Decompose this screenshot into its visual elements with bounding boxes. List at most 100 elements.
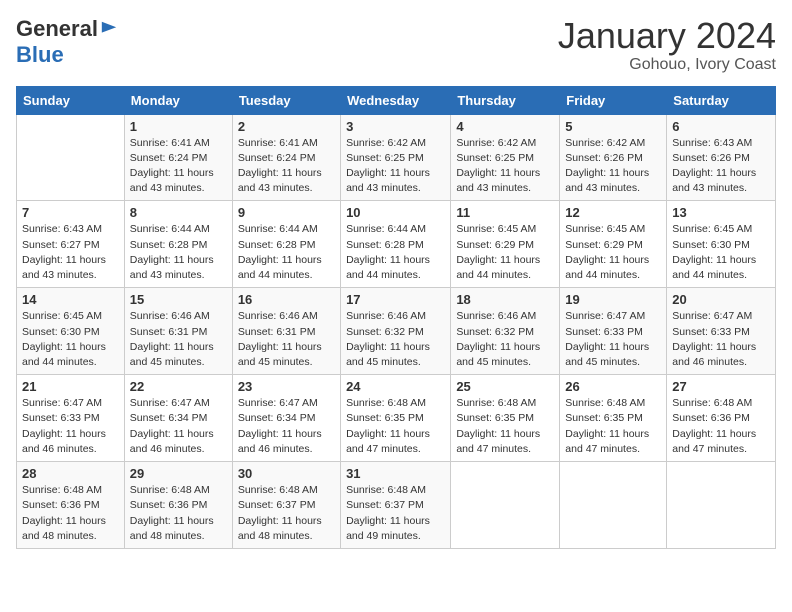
day-info: Sunrise: 6:45 AMSunset: 6:30 PMDaylight:… [672,222,770,283]
calendar-table: SundayMondayTuesdayWednesdayThursdayFrid… [16,86,776,549]
page-container: General Blue January 2024 Gohouo, Ivory … [0,0,792,565]
day-number: 1 [130,119,227,134]
day-number: 24 [346,379,445,394]
logo-blue: Blue [16,42,64,68]
week-row-4: 21Sunrise: 6:47 AMSunset: 6:33 PMDayligh… [17,375,776,462]
day-cell: 15 Sunrise: 6:46 AMSunset: 6:31 PMDayligh… [124,288,232,375]
day-number: 14 [22,292,119,307]
day-cell: 29 Sunrise: 6:48 AMSunset: 6:36 PMDayligh… [124,462,232,549]
header: General Blue January 2024 Gohouo, Ivory … [16,16,776,74]
day-cell: 1 Sunrise: 6:41 AMSunset: 6:24 PMDaylight… [124,114,232,201]
day-cell: 22 Sunrise: 6:47 AMSunset: 6:34 PMDayligh… [124,375,232,462]
day-info: Sunrise: 6:43 AMSunset: 6:27 PMDaylight:… [22,222,119,283]
month-year: January 2024 [558,16,776,56]
day-cell: 9 Sunrise: 6:44 AMSunset: 6:28 PMDaylight… [232,201,340,288]
day-cell: 17Sunrise: 6:46 AMSunset: 6:32 PMDayligh… [341,288,451,375]
day-info: Sunrise: 6:48 AMSunset: 6:37 PMDaylight:… [238,483,335,544]
day-info: Sunrise: 6:42 AMSunset: 6:26 PMDaylight:… [565,136,661,197]
day-number: 27 [672,379,770,394]
day-number: 12 [565,205,661,220]
day-cell: 14 Sunrise: 6:45 AMSunset: 6:30 PMDayligh… [17,288,125,375]
day-info: Sunrise: 6:47 AMSunset: 6:33 PMDaylight:… [22,396,119,457]
day-cell: 3 Sunrise: 6:42 AMSunset: 6:25 PMDaylight… [341,114,451,201]
day-info: Sunrise: 6:48 AMSunset: 6:36 PMDaylight:… [130,483,227,544]
day-number: 15 [130,292,227,307]
col-header-thursday: Thursday [451,86,560,114]
week-row-5: 28 Sunrise: 6:48 AMSunset: 6:36 PMDayligh… [17,462,776,549]
location: Gohouo, Ivory Coast [558,56,776,74]
day-number: 7 [22,205,119,220]
day-number: 20 [672,292,770,307]
day-info: Sunrise: 6:45 AMSunset: 6:30 PMDaylight:… [22,309,119,370]
day-number: 29 [130,466,227,481]
month-title: January 2024 Gohouo, Ivory Coast [558,16,776,74]
day-cell: 30 Sunrise: 6:48 AMSunset: 6:37 PMDayligh… [232,462,340,549]
day-number: 11 [456,205,554,220]
day-info: Sunrise: 6:43 AMSunset: 6:26 PMDaylight:… [672,136,770,197]
day-number: 10 [346,205,445,220]
logo-flag-icon [100,20,118,38]
day-info: Sunrise: 6:48 AMSunset: 6:36 PMDaylight:… [22,483,119,544]
day-info: Sunrise: 6:48 AMSunset: 6:36 PMDaylight:… [672,396,770,457]
day-info: Sunrise: 6:46 AMSunset: 6:31 PMDaylight:… [238,309,335,370]
day-info: Sunrise: 6:42 AMSunset: 6:25 PMDaylight:… [456,136,554,197]
day-cell: 20 Sunrise: 6:47 AMSunset: 6:33 PMDayligh… [667,288,776,375]
col-header-tuesday: Tuesday [232,86,340,114]
day-number: 8 [130,205,227,220]
day-number: 28 [22,466,119,481]
day-info: Sunrise: 6:44 AMSunset: 6:28 PMDaylight:… [346,222,445,283]
day-cell: 28 Sunrise: 6:48 AMSunset: 6:36 PMDayligh… [17,462,125,549]
day-number: 31 [346,466,445,481]
day-cell: 13 Sunrise: 6:45 AMSunset: 6:30 PMDayligh… [667,201,776,288]
day-cell: 4 Sunrise: 6:42 AMSunset: 6:25 PMDaylight… [451,114,560,201]
logo-general: General [16,16,98,42]
header-row: SundayMondayTuesdayWednesdayThursdayFrid… [17,86,776,114]
day-info: Sunrise: 6:46 AMSunset: 6:31 PMDaylight:… [130,309,227,370]
day-info: Sunrise: 6:47 AMSunset: 6:34 PMDaylight:… [130,396,227,457]
day-number: 22 [130,379,227,394]
day-info: Sunrise: 6:48 AMSunset: 6:35 PMDaylight:… [565,396,661,457]
day-info: Sunrise: 6:47 AMSunset: 6:33 PMDaylight:… [565,309,661,370]
day-cell: 16 Sunrise: 6:46 AMSunset: 6:31 PMDayligh… [232,288,340,375]
day-cell: 21Sunrise: 6:47 AMSunset: 6:33 PMDayligh… [17,375,125,462]
day-number: 9 [238,205,335,220]
day-number: 2 [238,119,335,134]
day-info: Sunrise: 6:41 AMSunset: 6:24 PMDaylight:… [238,136,335,197]
day-info: Sunrise: 6:41 AMSunset: 6:24 PMDaylight:… [130,136,227,197]
day-cell: 2 Sunrise: 6:41 AMSunset: 6:24 PMDaylight… [232,114,340,201]
day-number: 4 [456,119,554,134]
day-cell: 18 Sunrise: 6:46 AMSunset: 6:32 PMDayligh… [451,288,560,375]
col-header-saturday: Saturday [667,86,776,114]
day-cell [451,462,560,549]
day-cell: 25Sunrise: 6:48 AMSunset: 6:35 PMDayligh… [451,375,560,462]
day-number: 6 [672,119,770,134]
day-info: Sunrise: 6:47 AMSunset: 6:33 PMDaylight:… [672,309,770,370]
day-info: Sunrise: 6:48 AMSunset: 6:37 PMDaylight:… [346,483,445,544]
day-cell: 7 Sunrise: 6:43 AMSunset: 6:27 PMDaylight… [17,201,125,288]
day-number: 19 [565,292,661,307]
day-info: Sunrise: 6:48 AMSunset: 6:35 PMDaylight:… [346,396,445,457]
day-cell: 5 Sunrise: 6:42 AMSunset: 6:26 PMDaylight… [560,114,667,201]
day-number: 18 [456,292,554,307]
day-number: 5 [565,119,661,134]
day-info: Sunrise: 6:44 AMSunset: 6:28 PMDaylight:… [238,222,335,283]
day-number: 13 [672,205,770,220]
day-number: 3 [346,119,445,134]
day-cell [17,114,125,201]
day-cell: 8Sunrise: 6:44 AMSunset: 6:28 PMDaylight… [124,201,232,288]
day-cell: 31 Sunrise: 6:48 AMSunset: 6:37 PMDayligh… [341,462,451,549]
day-number: 16 [238,292,335,307]
day-cell: 27 Sunrise: 6:48 AMSunset: 6:36 PMDayligh… [667,375,776,462]
week-row-2: 7 Sunrise: 6:43 AMSunset: 6:27 PMDaylight… [17,201,776,288]
day-cell: 6 Sunrise: 6:43 AMSunset: 6:26 PMDaylight… [667,114,776,201]
day-cell: 12Sunrise: 6:45 AMSunset: 6:29 PMDayligh… [560,201,667,288]
day-info: Sunrise: 6:42 AMSunset: 6:25 PMDaylight:… [346,136,445,197]
day-cell: 10 Sunrise: 6:44 AMSunset: 6:28 PMDayligh… [341,201,451,288]
day-info: Sunrise: 6:45 AMSunset: 6:29 PMDaylight:… [456,222,554,283]
day-number: 23 [238,379,335,394]
day-info: Sunrise: 6:46 AMSunset: 6:32 PMDaylight:… [456,309,554,370]
day-cell [560,462,667,549]
week-row-1: 1 Sunrise: 6:41 AMSunset: 6:24 PMDaylight… [17,114,776,201]
day-number: 30 [238,466,335,481]
day-number: 17 [346,292,445,307]
